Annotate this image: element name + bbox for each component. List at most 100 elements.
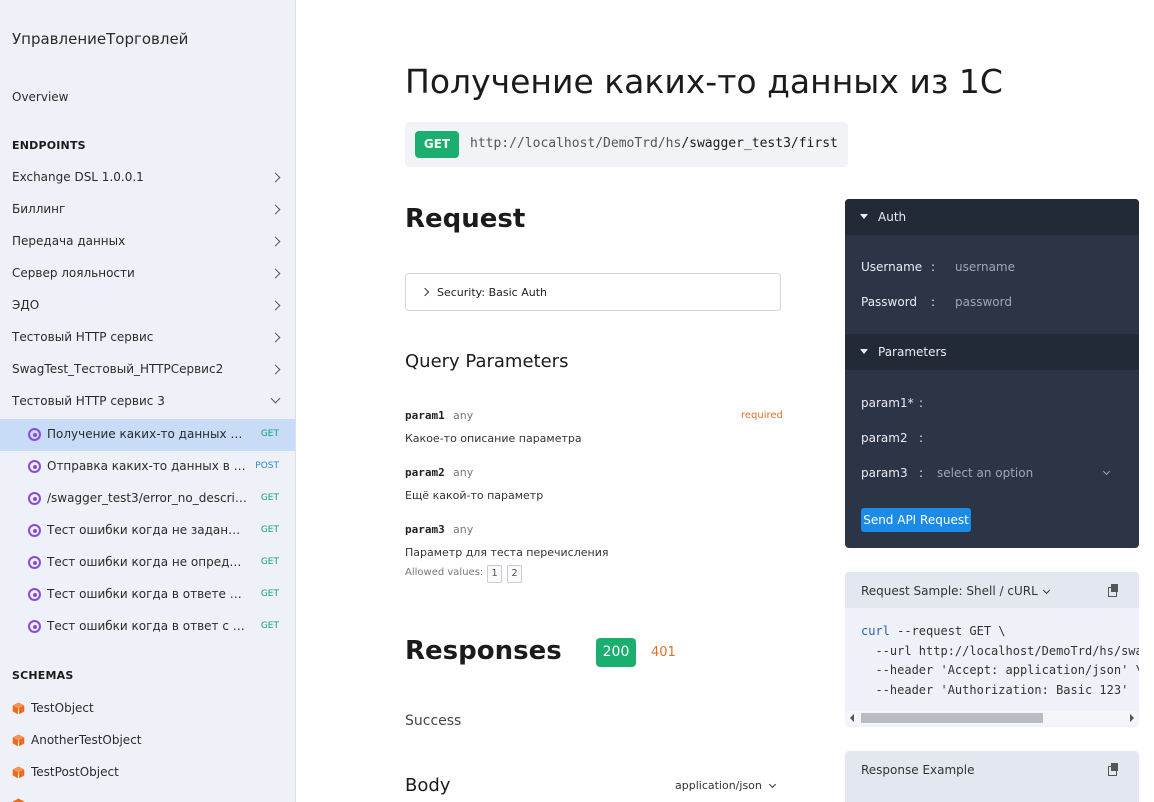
method-badge: GET: [260, 589, 279, 599]
sidebar-group-label: Передача данных: [12, 234, 126, 248]
sidebar-endpoint-item[interactable]: Тест ошибки когда в ответе не зада... GE…: [0, 579, 295, 611]
request-sample-language-select[interactable]: Request Sample: Shell / cURL: [861, 584, 1050, 598]
cube-icon: [12, 734, 25, 747]
sidebar-schema-item-partial[interactable]: [0, 789, 295, 802]
sidebar-group-loyalty[interactable]: Сервер лояльности: [0, 259, 295, 291]
sidebar-endpoint-item[interactable]: Тест ошибки когда не определено о... GET: [0, 547, 295, 579]
colon: :: [931, 295, 936, 309]
response-description: Success: [405, 713, 462, 729]
endpoints-section-title: ENDPOINTS: [12, 139, 86, 152]
sidebar-endpoint-item[interactable]: Отправка каких-то данных в 1С POST: [0, 451, 295, 483]
param-name: param1: [405, 409, 445, 422]
sidebar-group-label: Биллинг: [12, 202, 66, 216]
endpoint-label: Отправка каких-то данных в 1С: [47, 459, 247, 473]
auth-section-header[interactable]: Auth: [845, 199, 1139, 235]
caret-down-icon: [860, 214, 868, 219]
sidebar-schema-item[interactable]: AnotherTestObject: [0, 725, 295, 757]
horizontal-scrollbar[interactable]: [845, 711, 1139, 725]
response-tab-200[interactable]: 200: [596, 638, 636, 667]
scroll-right-arrow-icon[interactable]: [1130, 714, 1134, 722]
endpoint-icon: [28, 620, 41, 633]
param-description: Ещё какой-то параметр: [405, 489, 544, 502]
code-line: curl --request GET \: [861, 622, 1139, 642]
sidebar-group-swagtest[interactable]: SwagTest_Тестовый_HTTPСервис2: [0, 355, 295, 387]
username-label: Username: [861, 260, 923, 274]
sidebar-schema-item[interactable]: TestObject: [0, 693, 295, 725]
query-params-heading: Query Parameters: [405, 351, 569, 372]
code-line: --header 'Accept: application/json' \: [861, 661, 1139, 681]
brand-title[interactable]: УправлениеТорговлей: [12, 30, 188, 48]
username-input[interactable]: username: [955, 260, 1015, 274]
sidebar-group-data-transfer[interactable]: Передача данных: [0, 227, 295, 259]
chevron-right-icon: [420, 287, 430, 297]
cube-icon: [12, 766, 25, 779]
endpoint-url[interactable]: http://localhost/DemoTrd/hs/swagger_test…: [470, 136, 838, 151]
sidebar-endpoint-item[interactable]: Тест ошибки когда не заданы описа... GET: [0, 515, 295, 547]
response-tab-401[interactable]: 401: [651, 645, 676, 660]
allowed-value-chip: 1: [487, 565, 502, 583]
endpoint-label: Тест ошибки когда не заданы описа...: [47, 523, 247, 537]
method-badge: GET: [260, 621, 279, 631]
param-type: any: [453, 466, 474, 479]
param1-label: param1*: [861, 396, 914, 410]
allowed-value-chip: 2: [507, 565, 522, 583]
parameters-section-header[interactable]: Parameters: [845, 334, 1139, 370]
sidebar: УправлениеТорговлей Overview ENDPOINTS E…: [0, 0, 296, 802]
param-description: Параметр для теста перечисления: [405, 546, 609, 559]
sidebar-group-test-http-3[interactable]: Тестовый HTTP сервис 3: [0, 387, 295, 419]
colon: :: [931, 260, 936, 274]
endpoint-icon: [28, 460, 41, 473]
sidebar-group-label: ЭДО: [12, 298, 40, 312]
sidebar-group-exchange-dsl[interactable]: Exchange DSL 1.0.0.1: [0, 163, 295, 195]
password-input[interactable]: password: [955, 295, 1012, 309]
parameters-heading: Parameters: [878, 345, 947, 359]
param1-input[interactable]: [937, 396, 1117, 412]
media-type-select[interactable]: application/json: [675, 779, 776, 792]
scrollbar-thumb[interactable]: [861, 713, 1043, 723]
allowed-values-label: Allowed values:: [405, 567, 484, 578]
copy-icon[interactable]: [1108, 584, 1119, 597]
url-base: http://localhost/DemoTrd/hs: [470, 136, 682, 151]
sidebar-group-billing[interactable]: Биллинг: [0, 195, 295, 227]
code-line: --url http://localhost/DemoTrd/hs/swagge…: [861, 642, 1139, 662]
colon: :: [919, 466, 924, 480]
schema-label: TestPostObject: [31, 765, 119, 779]
param2-input[interactable]: [937, 431, 1117, 447]
schema-label: AnotherTestObject: [31, 733, 142, 747]
method-badge: GET: [260, 557, 279, 567]
param3-select[interactable]: select an option: [937, 466, 1033, 480]
param-type: any: [453, 523, 474, 536]
endpoint-label: Тест ошибки когда в ответ с некорр...: [47, 619, 247, 633]
security-accordion[interactable]: Security: Basic Auth: [405, 273, 781, 311]
colon: :: [919, 396, 924, 410]
sidebar-group-edo[interactable]: ЭДО: [0, 291, 295, 323]
sidebar-endpoint-item[interactable]: Тест ошибки когда в ответ с некорр... GE…: [0, 611, 295, 643]
sidebar-group-label: Тестовый HTTP сервис: [12, 330, 154, 344]
sidebar-group-label: Exchange DSL 1.0.0.1: [12, 170, 144, 184]
sidebar-schema-item[interactable]: TestPostObject: [0, 757, 295, 789]
copy-icon[interactable]: [1108, 763, 1119, 776]
media-type-label: application/json: [675, 779, 762, 792]
send-api-request-button[interactable]: Send API Request: [861, 508, 971, 532]
endpoint-icon: [28, 428, 41, 441]
endpoint-label: Тест ошибки когда в ответе не зада...: [47, 587, 247, 601]
sidebar-group-test-http[interactable]: Тестовый HTTP сервис: [0, 323, 295, 355]
page-title: Получение каких-то данных из 1С: [405, 62, 1003, 101]
param-description: Какое-то описание параметра: [405, 432, 582, 445]
responses-heading: Responses: [405, 636, 562, 666]
sidebar-endpoint-item[interactable]: Получение каких-то данных из 1С GET: [0, 419, 295, 451]
method-badge: POST: [255, 461, 279, 471]
endpoint-label: Тест ошибки когда не определено о...: [47, 555, 247, 569]
sidebar-endpoint-item[interactable]: /swagger_test3/error_no_description GET: [0, 483, 295, 515]
request-sample-panel: Request Sample: Shell / cURL curl --requ…: [845, 572, 1139, 727]
chevron-right-icon: [270, 300, 281, 311]
code-text: --header 'Accept: application/json' \: [861, 663, 1139, 677]
scroll-left-arrow-icon[interactable]: [850, 714, 854, 722]
chevron-right-icon: [270, 332, 281, 343]
schema-label: TestObject: [31, 701, 94, 715]
security-label: Security: Basic Auth: [437, 286, 547, 299]
method-badge: GET: [415, 131, 459, 158]
param2-label: param2: [861, 431, 908, 445]
sidebar-item-overview[interactable]: Overview: [12, 90, 69, 104]
endpoint-icon: [28, 588, 41, 601]
